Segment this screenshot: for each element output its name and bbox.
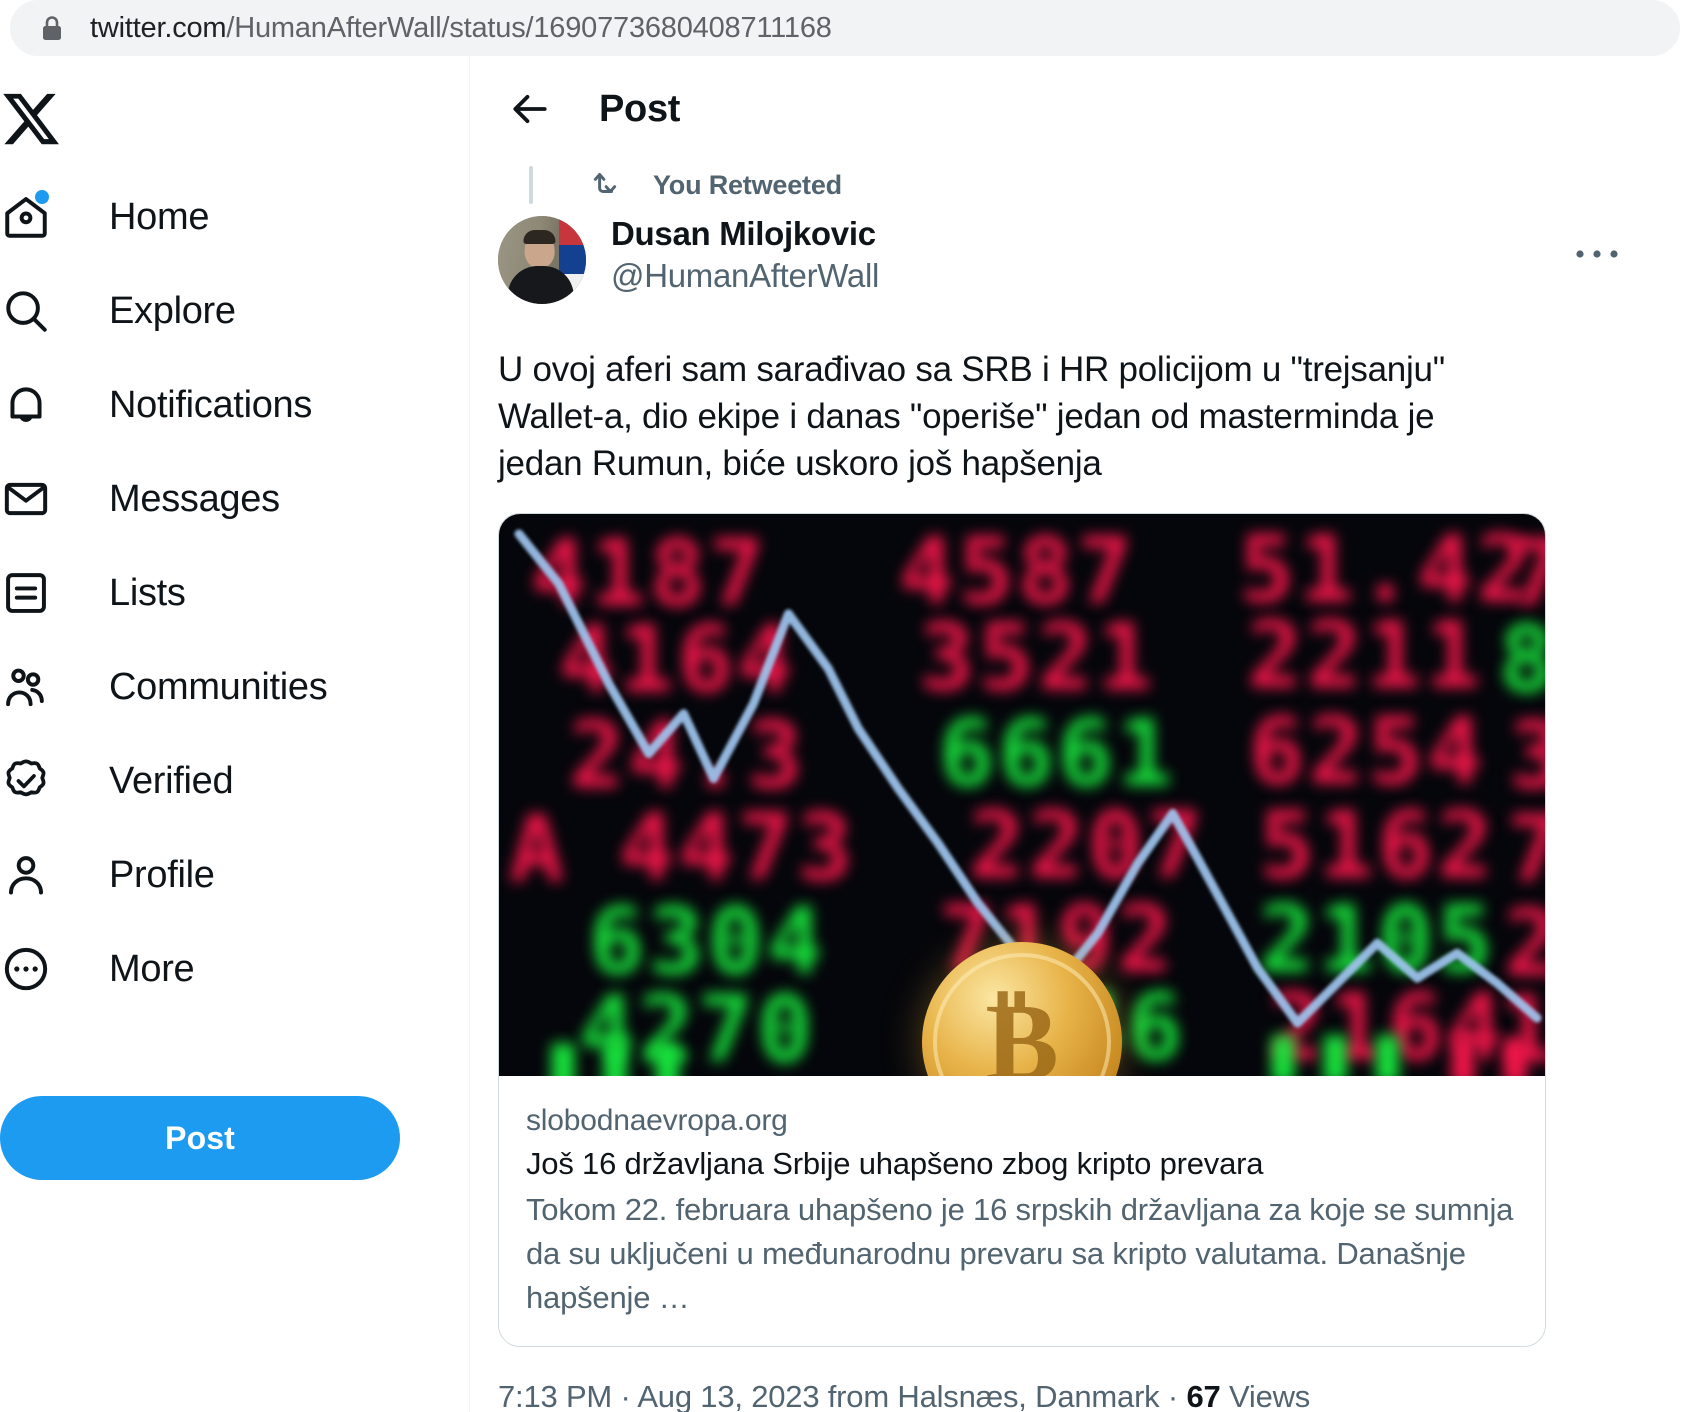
bell-icon	[0, 380, 56, 430]
url-input[interactable]: twitter.com/HumanAfterWall/status/169077…	[10, 0, 1680, 56]
sidebar-item-label: Verified	[109, 759, 234, 802]
home-unread-dot	[35, 190, 49, 204]
sidebar-item-label: More	[109, 947, 195, 990]
bitcoin-coin-icon: ₿	[922, 942, 1122, 1076]
author-handle[interactable]: @HumanAfterWall	[611, 254, 879, 298]
sidebar-item-messages[interactable]: Messages	[0, 452, 469, 546]
card-description: Tokom 22. februara uhapšeno je 16 srpski…	[526, 1192, 1514, 1315]
sidebar-item-label: Messages	[109, 477, 280, 520]
sidebar-item-notifications[interactable]: Notifications	[0, 358, 469, 452]
more-circle-icon	[0, 944, 56, 994]
sidebar-item-verified[interactable]: Verified	[0, 734, 469, 828]
sidebar-item-more[interactable]: More	[0, 922, 469, 1016]
thread-connector	[498, 166, 564, 204]
post-detail-column: Post You Retweeted Dusan Milojkovic @Hum…	[470, 56, 1690, 1412]
app-body: Home Explore Notifications Messages List…	[0, 56, 1690, 1412]
author-identity: Dusan Milojkovic @HumanAfterWall	[611, 214, 879, 298]
post-author-row: Dusan Milojkovic @HumanAfterWall	[470, 214, 1690, 304]
home-icon	[0, 190, 56, 242]
url-path: /HumanAfterWall/status/16907736804087111…	[226, 11, 832, 44]
card-body: slobodnaevropa.org Još 16 državljana Srb…	[499, 1076, 1545, 1346]
sidebar-item-label: Profile	[109, 853, 215, 896]
url-text: twitter.com/HumanAfterWall/status/169077…	[90, 12, 832, 45]
page-title: Post	[599, 87, 681, 130]
communities-icon	[0, 662, 56, 712]
browser-url-bar: twitter.com/HumanAfterWall/status/169077…	[0, 0, 1690, 56]
views-count: 67	[1186, 1379, 1221, 1412]
primary-sidebar: Home Explore Notifications Messages List…	[0, 56, 470, 1412]
post-metadata-row: 7:13 PM · Aug 13, 2023 from Halsnæs, Dan…	[470, 1379, 1690, 1412]
post-button[interactable]: Post	[0, 1096, 400, 1180]
sidebar-item-label: Explore	[109, 289, 236, 332]
card-title: Još 16 državljana Srbije uhapšeno zbog k…	[526, 1146, 1264, 1181]
post-date: Aug 13, 2023	[637, 1379, 820, 1412]
sidebar-item-label: Notifications	[109, 383, 313, 426]
post-time: 7:13 PM	[498, 1379, 613, 1412]
envelope-icon	[0, 474, 56, 524]
lock-icon	[40, 14, 64, 42]
url-host: twitter.com	[90, 11, 227, 44]
sidebar-item-label: Home	[109, 195, 210, 238]
link-preview-card[interactable]: 4187 4587 51.42 77 4164 3521 2211 87 24.…	[498, 513, 1546, 1347]
sidebar-item-home[interactable]: Home	[0, 170, 469, 264]
post-header: Post	[470, 56, 1690, 148]
sidebar-item-profile[interactable]: Profile	[0, 828, 469, 922]
sidebar-item-lists[interactable]: Lists	[0, 546, 469, 640]
person-icon	[0, 850, 56, 900]
sidebar-item-explore[interactable]: Explore	[0, 264, 469, 358]
author-display-name[interactable]: Dusan Milojkovic	[611, 214, 879, 254]
views-label: Views	[1220, 1379, 1311, 1412]
retweet-icon	[588, 166, 632, 205]
sidebar-nav-list: Home Explore Notifications Messages List…	[0, 170, 469, 1016]
meta-separator-1: ·	[612, 1379, 638, 1412]
x-logo-icon[interactable]	[0, 76, 100, 162]
meta-separator-2: ·	[1159, 1379, 1187, 1412]
verified-badge-icon	[0, 756, 56, 806]
sidebar-item-communities[interactable]: Communities	[0, 640, 469, 734]
avatar[interactable]	[498, 216, 586, 304]
post-location: from Halsnæs, Danmark	[819, 1379, 1160, 1412]
back-arrow-icon[interactable]	[498, 77, 562, 141]
retweet-label: You Retweeted	[653, 169, 842, 200]
tweet-body-text: U ovoj aferi sam sarađivao sa SRB i HR p…	[498, 350, 1445, 483]
retweet-context-row: You Retweeted	[470, 166, 1690, 204]
card-media-image: 4187 4587 51.42 77 4164 3521 2211 87 24.…	[499, 514, 1545, 1076]
list-icon	[0, 568, 56, 618]
search-icon	[0, 286, 56, 336]
more-horizontal-icon[interactable]	[1566, 232, 1628, 276]
card-domain: slobodnaevropa.org	[526, 1104, 788, 1137]
sidebar-item-label: Lists	[109, 571, 186, 614]
sidebar-item-label: Communities	[109, 665, 328, 708]
